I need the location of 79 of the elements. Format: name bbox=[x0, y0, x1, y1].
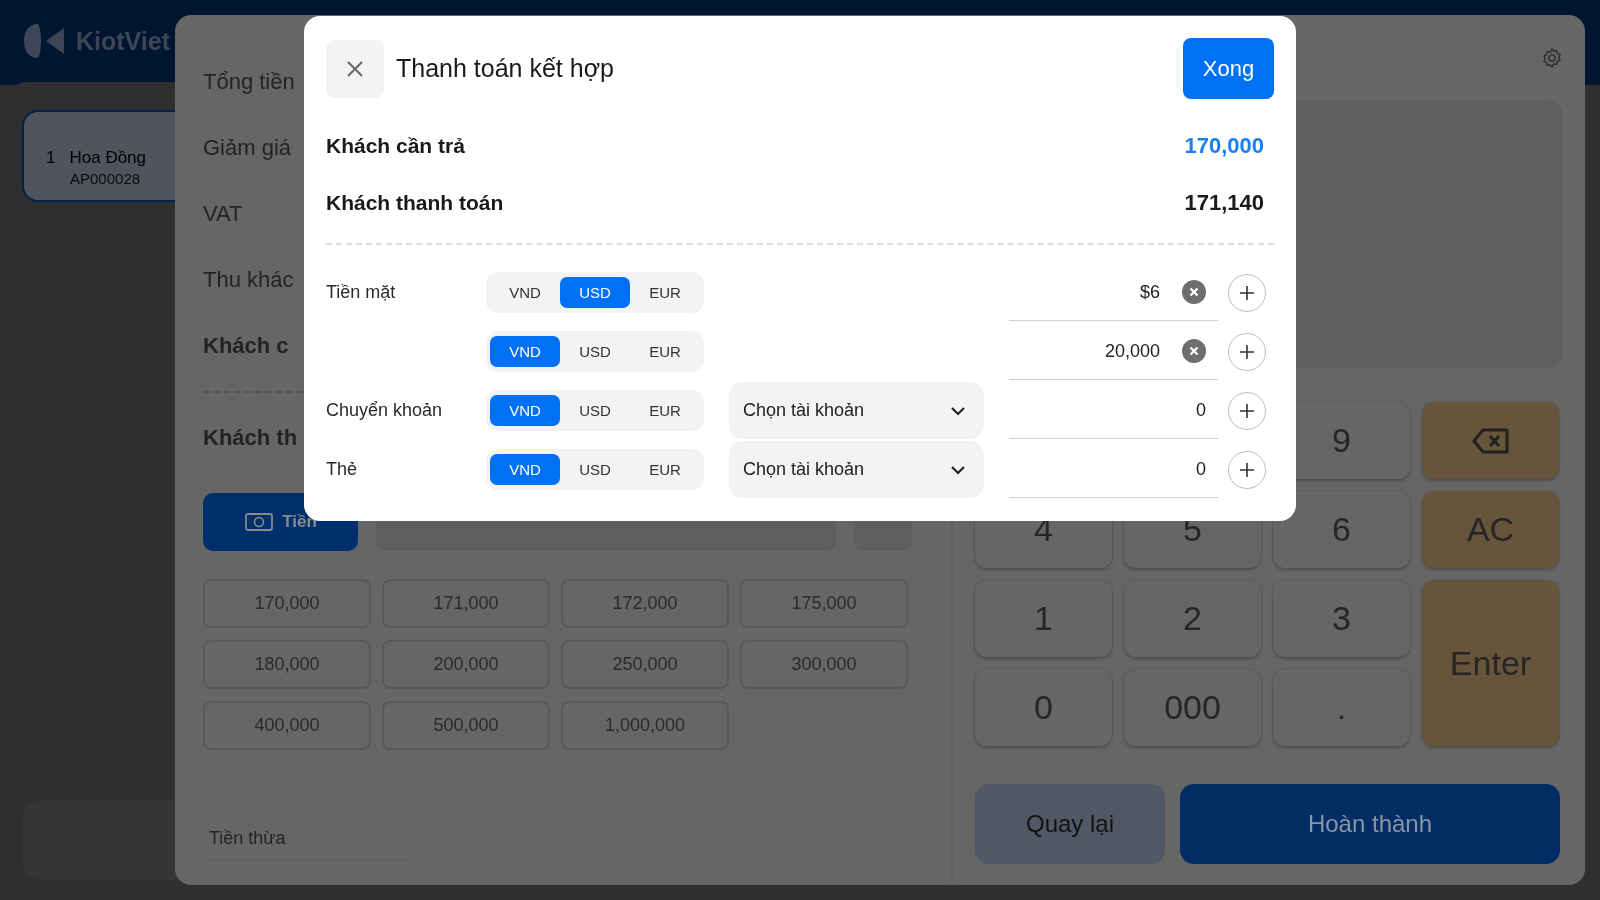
keypad-key[interactable]: 3 bbox=[1273, 580, 1410, 657]
item-name: Hoa Đồng bbox=[69, 148, 147, 168]
summary-label: Tổng tiền bbox=[203, 69, 295, 95]
item-index: 1 bbox=[46, 148, 56, 168]
plus-icon bbox=[1239, 402, 1255, 419]
item-code: AP000028 bbox=[70, 170, 142, 187]
summary-label: Khách th bbox=[203, 425, 298, 451]
payment-method-label: Thẻ bbox=[326, 459, 358, 479]
currency-option[interactable]: EUR bbox=[630, 395, 700, 426]
currency-option[interactable]: EUR bbox=[630, 336, 700, 367]
done-button[interactable]: Xong bbox=[1183, 38, 1274, 99]
quick-amount-button[interactable]: 175,000 bbox=[740, 579, 908, 628]
quick-amount-button[interactable]: 300,000 bbox=[740, 640, 908, 689]
plus-icon bbox=[1239, 284, 1255, 301]
quick-amount-button[interactable]: 200,000 bbox=[382, 640, 550, 689]
keypad-key[interactable]: 000 bbox=[1124, 669, 1261, 746]
currency-option[interactable]: USD bbox=[560, 454, 630, 485]
quick-amount-button[interactable]: 400,000 bbox=[203, 701, 371, 750]
plus-icon bbox=[1239, 461, 1255, 478]
order-item[interactable]: 1 Hoa Đồng AP000028 bbox=[22, 110, 175, 202]
quick-amount-button[interactable]: 250,000 bbox=[561, 640, 729, 689]
total-label: Khách cần trả bbox=[326, 133, 465, 158]
clear-icon[interactable] bbox=[1182, 339, 1206, 363]
currency-option[interactable]: VND bbox=[490, 336, 560, 367]
logo-icon bbox=[24, 22, 66, 60]
plus-icon bbox=[1239, 343, 1255, 360]
keypad-key[interactable]: 2 bbox=[1124, 580, 1261, 657]
add-button[interactable] bbox=[1228, 332, 1266, 371]
quick-amount-button[interactable]: 180,000 bbox=[203, 640, 371, 689]
chevron-down-icon bbox=[950, 405, 966, 416]
currency-option[interactable]: VND bbox=[490, 395, 560, 426]
quick-amount-button[interactable]: 1,000,000 bbox=[561, 701, 729, 750]
total-value: 171,140 bbox=[1184, 189, 1264, 216]
currency-option[interactable]: USD bbox=[560, 277, 630, 308]
logo-text: KiotViet bbox=[76, 26, 170, 56]
settings-icon[interactable] bbox=[1541, 47, 1563, 69]
total-label: Khách thanh toán bbox=[326, 190, 504, 215]
account-dropdown[interactable]: Chọn tài khoản bbox=[729, 382, 984, 439]
payment-method-label: Chuyển khoản bbox=[326, 400, 443, 420]
account-dropdown[interactable]: Chọn tài khoản bbox=[729, 441, 984, 498]
currency-option[interactable]: USD bbox=[560, 395, 630, 426]
close-button[interactable] bbox=[326, 39, 384, 98]
total-value: 170,000 bbox=[1184, 132, 1264, 159]
keypad-key[interactable]: 0 bbox=[975, 669, 1112, 746]
keypad-key[interactable]: 1 bbox=[975, 580, 1112, 657]
clear-icon[interactable] bbox=[1182, 280, 1206, 304]
close-icon bbox=[346, 59, 364, 78]
amount-field[interactable]: 0 bbox=[1086, 458, 1206, 480]
change-label: Tiền thừa bbox=[209, 828, 286, 848]
backspace-icon bbox=[1470, 426, 1511, 455]
add-button[interactable] bbox=[1228, 391, 1266, 430]
keypad-key[interactable]: 6 bbox=[1273, 491, 1410, 568]
clear-key[interactable]: AC bbox=[1422, 491, 1559, 568]
back-button[interactable]: Quay lại bbox=[975, 784, 1165, 864]
summary-label: Giảm giá bbox=[203, 135, 292, 161]
quick-amount-button[interactable]: 171,000 bbox=[382, 579, 550, 628]
add-button[interactable] bbox=[1228, 450, 1266, 489]
chevron-down-icon bbox=[950, 464, 966, 475]
add-button[interactable] bbox=[1228, 273, 1266, 312]
summary-label: Thu khác bbox=[203, 267, 294, 293]
currency-option[interactable]: EUR bbox=[630, 454, 700, 485]
quick-amount-button[interactable]: 170,000 bbox=[203, 579, 371, 628]
quick-amount-button[interactable]: 500,000 bbox=[382, 701, 550, 750]
dialog-title: Thanh toán kết hợp bbox=[396, 54, 615, 83]
currency-option[interactable]: USD bbox=[560, 336, 630, 367]
amount-field[interactable]: 20,000 bbox=[1040, 340, 1160, 362]
quick-amount-button[interactable]: 172,000 bbox=[561, 579, 729, 628]
currency-option[interactable]: EUR bbox=[630, 277, 700, 308]
enter-key[interactable]: Enter bbox=[1422, 580, 1559, 746]
finish-button[interactable]: Hoàn thành bbox=[1180, 784, 1560, 864]
amount-field[interactable]: $6 bbox=[1040, 281, 1160, 303]
summary-label: VAT bbox=[203, 201, 243, 227]
summary-label: Khách c bbox=[203, 333, 289, 359]
currency-option[interactable]: VND bbox=[490, 277, 560, 308]
currency-option[interactable]: VND bbox=[490, 454, 560, 485]
banknote-icon bbox=[244, 511, 275, 533]
keypad-key[interactable]: . bbox=[1273, 669, 1410, 746]
amount-field[interactable]: 0 bbox=[1086, 399, 1206, 421]
payment-method-label: Tiền mặt bbox=[326, 282, 396, 302]
